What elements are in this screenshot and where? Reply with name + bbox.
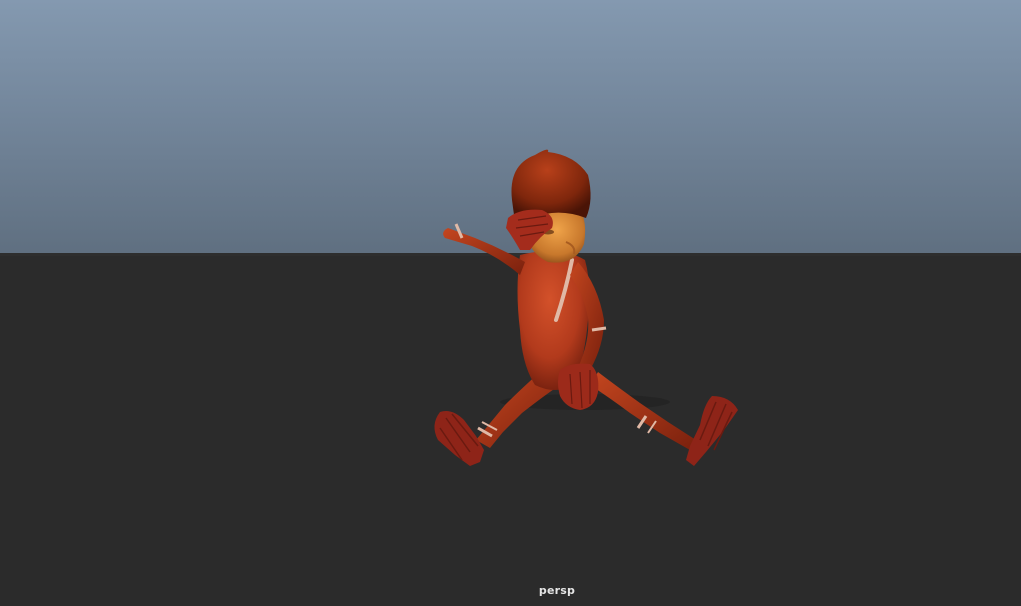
camera-label-container: persp xyxy=(0,0,1021,606)
3d-viewport[interactable]: persp xyxy=(0,0,1021,606)
camera-name-label: persp xyxy=(538,584,576,597)
